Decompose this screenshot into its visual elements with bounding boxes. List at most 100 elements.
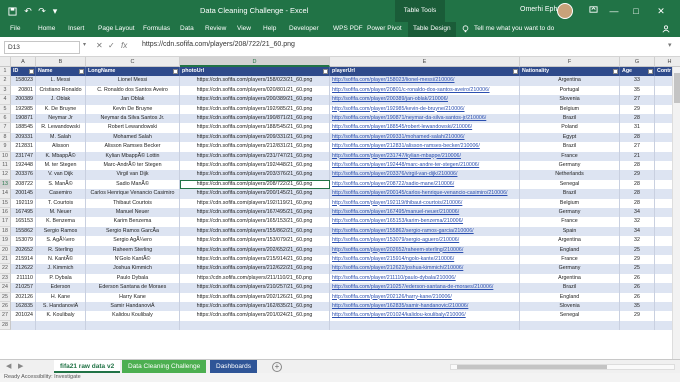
table-cell[interactable]: 26 bbox=[620, 273, 655, 284]
filter-dropdown-icon[interactable] bbox=[29, 69, 34, 74]
table-cell[interactable]: https://cdn.sofifa.com/players/231/747/2… bbox=[180, 151, 330, 161]
table-cell[interactable]: Ederson Santana de Moraes bbox=[86, 283, 180, 293]
row-number[interactable]: 12 bbox=[0, 170, 11, 180]
tab-view[interactable]: View bbox=[237, 25, 251, 32]
table-cell[interactable]: K. Koulibaly bbox=[36, 311, 86, 321]
table-cell[interactable]: 211110 bbox=[11, 273, 36, 284]
table-cell[interactable]: S. AgÃ¼ero bbox=[36, 236, 86, 246]
table-cell[interactable]: http://sofifa.com/player/188545/robert-l… bbox=[330, 123, 520, 133]
table-cell[interactable]: Belgium bbox=[520, 198, 620, 208]
table-cell[interactable]: https://cdn.sofifa.com/players/158/023/2… bbox=[180, 76, 330, 86]
table-cell[interactable]: 28 bbox=[620, 198, 655, 208]
column-header-b[interactable]: B bbox=[36, 57, 86, 67]
column-header-f[interactable]: F bbox=[520, 57, 620, 67]
table-row[interactable]: 12 203376 V. van Dijk Virgil van Dijk https:… bbox=[0, 170, 680, 180]
avatar[interactable] bbox=[557, 3, 573, 19]
table-cell[interactable]: Ederson bbox=[36, 283, 86, 293]
table-cell[interactable]: S. HandanoviÄ bbox=[36, 302, 86, 312]
table-row[interactable]: 8 209331 M. Salah Mohamed Salah https://cdn.… bbox=[0, 132, 680, 143]
select-all-corner[interactable] bbox=[0, 57, 11, 67]
row-number[interactable]: 10 bbox=[0, 151, 11, 161]
table-cell[interactable]: 28 bbox=[620, 189, 655, 199]
row-number[interactable]: 19 bbox=[0, 236, 11, 246]
table-cell[interactable]: http://sofifa.com/player/190871/neymar-d… bbox=[330, 114, 520, 124]
table-cell[interactable]: 28 bbox=[620, 132, 655, 143]
row-number[interactable]: 11 bbox=[0, 161, 11, 171]
table-cell[interactable]: http://sofifa.com/player/203376/virgil-v… bbox=[330, 170, 520, 180]
table-cell[interactable]: https://cdn.sofifa.com/players/153/079/2… bbox=[180, 236, 330, 246]
table-cell[interactable]: 231747 bbox=[11, 151, 36, 161]
table-cell[interactable]: 31 bbox=[620, 123, 655, 133]
table-cell[interactable]: Germany bbox=[520, 264, 620, 274]
table-cell[interactable]: 212831 bbox=[11, 142, 36, 152]
table-cell[interactable]: 34 bbox=[620, 226, 655, 237]
table-cell[interactable]: 201024 bbox=[11, 311, 36, 321]
table-cell[interactable]: 192985 bbox=[11, 104, 36, 114]
ribbon-display-icon[interactable] bbox=[584, 2, 602, 20]
tab-wps-pdf[interactable]: WPS PDF bbox=[333, 25, 363, 32]
table-cell[interactable]: http://sofifa.com/player/20801/c-ronaldo… bbox=[330, 85, 520, 96]
table-cell[interactable]: https://cdn.sofifa.com/players/201/024/2… bbox=[180, 311, 330, 321]
table-cell[interactable]: Manuel Neuer bbox=[86, 208, 180, 218]
table-cell[interactable]: Kevin De Bruyne bbox=[86, 104, 180, 114]
table-cell[interactable]: 25 bbox=[620, 245, 655, 255]
table-row[interactable]: 25 202126 H. Kane Harry Kane https://cdn.sof… bbox=[0, 292, 680, 302]
table-cell[interactable]: C. Ronaldo dos Santos Aveiro bbox=[86, 85, 180, 96]
table-cell[interactable]: Belgium bbox=[520, 104, 620, 114]
table-cell[interactable]: Sergio Ramos bbox=[36, 226, 86, 237]
header-cell[interactable]: Name bbox=[36, 67, 86, 77]
table-cell[interactable]: 29 bbox=[620, 255, 655, 265]
table-cell[interactable]: http://sofifa.com/player/210257/ederson-… bbox=[330, 283, 520, 293]
table-cell[interactable]: 29 bbox=[620, 104, 655, 114]
table-cell[interactable]: http://sofifa.com/player/158023/lionel-m… bbox=[330, 76, 520, 86]
table-row[interactable]: 28 bbox=[0, 320, 680, 331]
table-row[interactable]: 19 153079 S. AgÃ¼ero Sergio AgÃ¼ero https://… bbox=[0, 236, 680, 246]
table-cell[interactable] bbox=[180, 320, 330, 331]
table-cell[interactable]: R. Sterling bbox=[36, 245, 86, 255]
tell-me-search[interactable]: Tell me what you want to do bbox=[474, 25, 554, 32]
table-cell[interactable]: https://cdn.sofifa.com/players/020/801/2… bbox=[180, 85, 330, 96]
header-cell[interactable]: ID bbox=[11, 67, 36, 77]
row-number[interactable]: 3 bbox=[0, 85, 11, 96]
tab-insert[interactable]: Insert bbox=[68, 25, 84, 32]
table-cell[interactable]: Spain bbox=[520, 226, 620, 237]
table-cell[interactable]: http://sofifa.com/player/167495/manuel-n… bbox=[330, 208, 520, 218]
close-button[interactable]: ✕ bbox=[652, 2, 670, 20]
table-cell[interactable]: https://cdn.sofifa.com/players/192/985/2… bbox=[180, 104, 330, 114]
row-number[interactable]: 7 bbox=[0, 123, 11, 133]
table-cell[interactable]: 167495 bbox=[11, 208, 36, 218]
table-cell[interactable]: https://cdn.sofifa.com/players/208/722/2… bbox=[180, 179, 330, 190]
table-cell[interactable]: Raheem Sterling bbox=[86, 245, 180, 255]
table-cell[interactable]: Argentina bbox=[520, 76, 620, 86]
expand-formula-icon[interactable]: ▾ bbox=[668, 41, 672, 49]
tab-data[interactable]: Data bbox=[180, 25, 194, 32]
table-cell[interactable]: 165153 bbox=[11, 217, 36, 227]
table-cell[interactable]: https://cdn.sofifa.com/players/192/448/2… bbox=[180, 161, 330, 171]
table-cell[interactable]: R. Lewandowski bbox=[36, 123, 86, 133]
tab-formulas[interactable]: Formulas bbox=[143, 25, 170, 32]
table-cell[interactable]: http://sofifa.com/player/192985/kevin-de… bbox=[330, 104, 520, 114]
table-cell[interactable]: 35 bbox=[620, 85, 655, 96]
table-cell[interactable]: 34 bbox=[620, 208, 655, 218]
table-cell[interactable]: H. Kane bbox=[36, 292, 86, 302]
row-number[interactable]: 5 bbox=[0, 104, 11, 114]
table-row[interactable]: 5 192985 K. De Bruyne Kevin De Bruyne https:… bbox=[0, 104, 680, 114]
table-cell[interactable]: http://sofifa.com/player/155862/sergio-r… bbox=[330, 226, 520, 237]
table-cell[interactable]: 190871 bbox=[11, 114, 36, 124]
filter-dropdown-icon[interactable] bbox=[173, 69, 178, 74]
table-cell[interactable]: Jan Oblak bbox=[86, 95, 180, 105]
tab-power-pivot[interactable]: Power Pivot bbox=[367, 25, 402, 32]
table-cell[interactable]: http://sofifa.com/player/211110/paulo-dy… bbox=[330, 273, 520, 284]
table-cell[interactable]: Germany bbox=[520, 161, 620, 171]
name-box[interactable]: D13 bbox=[4, 41, 80, 54]
column-header-d[interactable]: D bbox=[180, 57, 330, 67]
table-cell[interactable]: http://sofifa.com/player/200145/carlos-h… bbox=[330, 189, 520, 199]
table-cell[interactable]: https://cdn.sofifa.com/players/165/153/2… bbox=[180, 217, 330, 227]
table-cell[interactable]: M. ter Stegen bbox=[36, 161, 86, 171]
table-cell[interactable]: https://cdn.sofifa.com/players/202/652/2… bbox=[180, 245, 330, 255]
table-cell[interactable]: Portugal bbox=[520, 85, 620, 96]
row-number[interactable]: 8 bbox=[0, 132, 11, 143]
table-cell[interactable]: http://sofifa.com/player/215914/ngolo-ka… bbox=[330, 255, 520, 265]
table-cell[interactable]: http://sofifa.com/player/208722/sadio-ma… bbox=[330, 179, 520, 190]
table-cell[interactable]: 25 bbox=[620, 264, 655, 274]
